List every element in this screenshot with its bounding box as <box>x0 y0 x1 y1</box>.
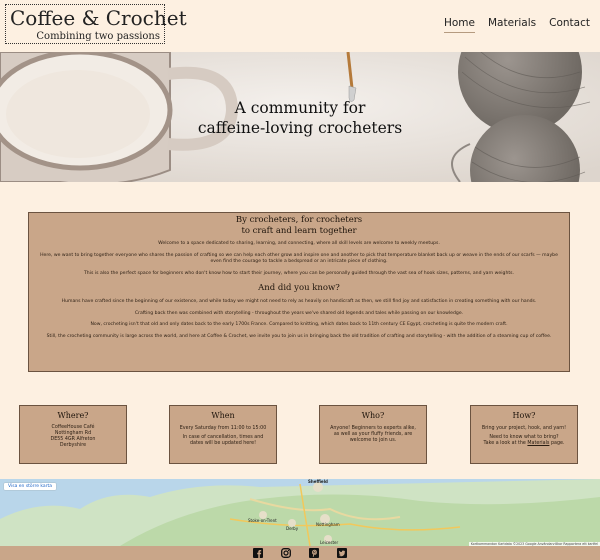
card-how: How? Bring your project, hook, and yarn!… <box>470 405 578 464</box>
intro-paragraph-5: Crafting back then was combined with sto… <box>134 311 464 317</box>
intro-paragraph-2: Here, we want to bring together everyone… <box>40 253 558 265</box>
card-where-title: Where? <box>57 411 89 420</box>
nav-home[interactable]: Home <box>443 17 475 33</box>
card-who: Who? Anyone! Beginners to experts alike,… <box>319 405 427 464</box>
intro-paragraph-7: Still, the crocheting community is large… <box>46 334 552 340</box>
materials-link[interactable]: Materials <box>527 441 549 446</box>
site-footer <box>0 546 600 560</box>
embedded-map[interactable]: Visa en större karta Sheffield Stoke-on-… <box>0 479 600 546</box>
hero-banner: A community for caffeine-loving crochete… <box>0 52 600 182</box>
main-nav: Home Materials Contact <box>443 17 590 33</box>
facebook-icon[interactable] <box>253 548 263 558</box>
card-how-hint: Take a look at the Materials page. <box>477 441 571 447</box>
map-image <box>0 479 600 546</box>
card-how-hint-end: page. <box>550 441 565 446</box>
intro-section: By crocheters, for crocheters to craft a… <box>28 212 570 372</box>
map-label-sheffield: Sheffield <box>308 479 328 484</box>
card-where-body: CoffeeHouse Café Nottingham Rd DE55 4GR … <box>20 425 126 449</box>
card-who-body: Anyone! Beginners to experts alike, as w… <box>320 426 426 444</box>
map-label-stoke: Stoke-on-Trent <box>248 518 277 523</box>
intro-heading-1: By crocheters, for crocheters <box>235 215 363 225</box>
nav-contact[interactable]: Contact <box>549 17 590 33</box>
card-when-title: When <box>211 411 235 420</box>
card-who-text: Anyone! Beginners to experts alike, as w… <box>330 426 416 443</box>
intro-heading-2: to craft and learn together <box>241 226 357 236</box>
card-when-body: Every Saturday from 11:00 to 15:00 In ca… <box>170 426 276 447</box>
map-label-leicester: Leicester <box>320 540 339 545</box>
site-header: Coffee & Crochet Combining two passions … <box>0 0 600 52</box>
card-how-body: Bring your project, hook, and yarn! Need… <box>471 426 577 447</box>
address-line: Derbyshire <box>59 443 87 448</box>
card-where: Where? CoffeeHouse Café Nottingham Rd DE… <box>19 405 127 464</box>
card-when-note: In case of cancellation, times and dates… <box>182 435 264 446</box>
nav-materials[interactable]: Materials <box>488 17 536 33</box>
hero-tagline: A community for caffeine-loving crochete… <box>0 98 600 138</box>
logo[interactable]: Coffee & Crochet Combining two passions <box>5 4 187 44</box>
map-label-nottingham: Nottingham <box>316 522 340 527</box>
view-larger-map-button[interactable]: Visa en större karta <box>4 483 57 490</box>
card-when: When Every Saturday from 11:00 to 15:00 … <box>169 405 277 464</box>
hero-line-1: A community for <box>234 99 366 117</box>
intro-paragraph-3: This is also the perfect space for begin… <box>83 270 515 276</box>
card-when-schedule: Every Saturday from 11:00 to 15:00 <box>179 426 267 431</box>
hero-line-2: caffeine-loving crocheters <box>197 119 403 137</box>
pinterest-icon[interactable] <box>309 548 319 558</box>
card-how-hint-text: Take a look at the <box>483 441 526 446</box>
instagram-icon[interactable] <box>281 548 291 558</box>
site-title: Coffee & Crochet <box>10 6 187 30</box>
site-subtitle: Combining two passions <box>36 31 160 42</box>
twitter-icon[interactable] <box>337 548 347 558</box>
intro-paragraph-1: Welcome to a space dedicated to sharing,… <box>158 241 440 246</box>
card-how-text: Bring your project, hook, and yarn! <box>481 426 567 431</box>
card-how-title: How? <box>512 411 536 420</box>
card-who-title: Who? <box>361 411 385 420</box>
intro-paragraph-6: Now, crocheting isn't that old and only … <box>90 322 508 328</box>
intro-paragraph-4: Humans have crafted since the beginning … <box>61 298 537 304</box>
map-label-derby: Derby <box>286 526 299 531</box>
intro-heading-3: And did you know? <box>258 282 340 293</box>
